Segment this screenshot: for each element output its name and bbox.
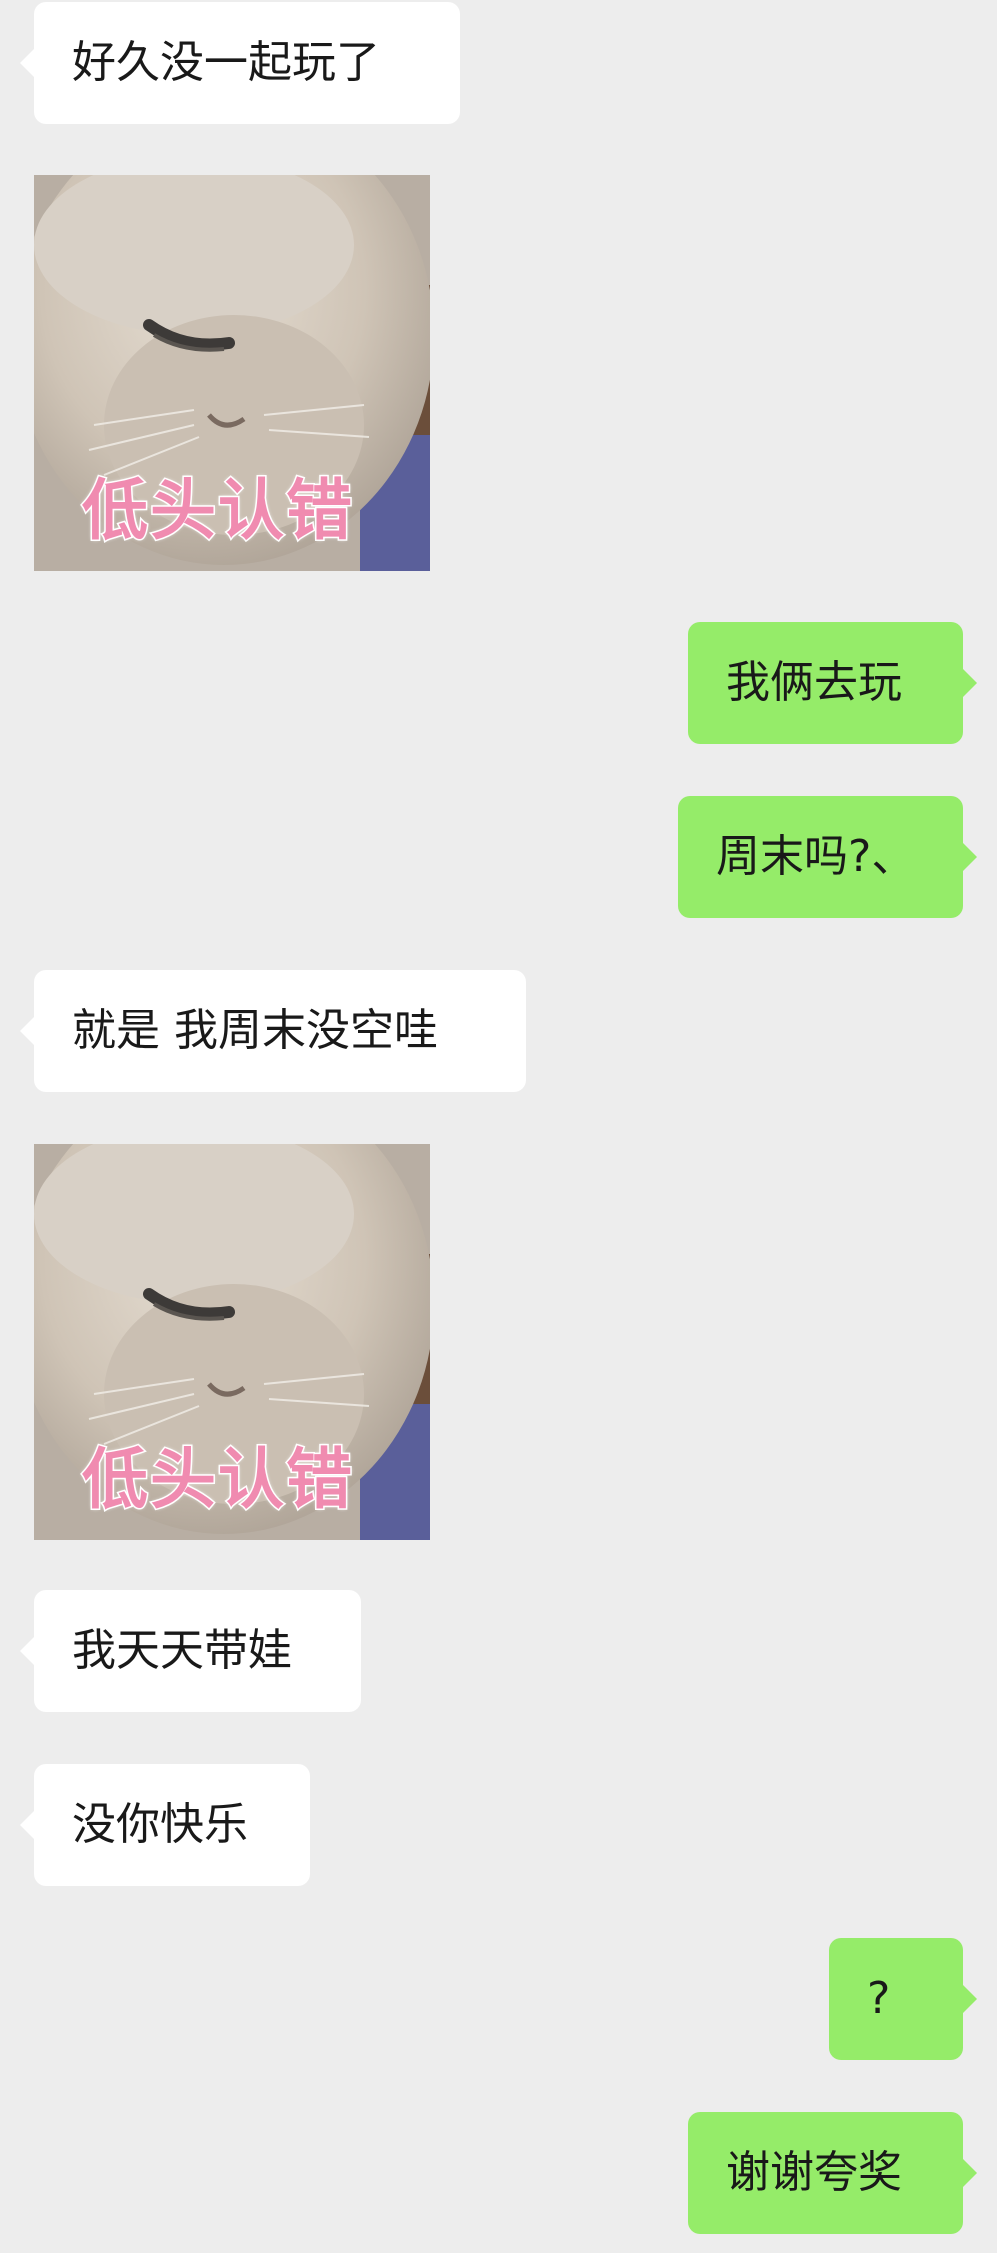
message-text: 我俩去玩: [726, 657, 902, 708]
message-outgoing[interactable]: 我俩去玩: [688, 622, 977, 744]
message-outgoing[interactable]: 谢谢夸奖: [688, 2112, 977, 2234]
message-text: 周末吗?、: [716, 831, 916, 882]
message-incoming[interactable]: 我天天带娃: [20, 1590, 361, 1712]
message-incoming[interactable]: 就是 我周末没空哇: [20, 970, 526, 1092]
message-incoming[interactable]: 没你快乐: [20, 1764, 310, 1886]
sticker-caption: 低头认错: [81, 1440, 354, 1520]
chat-thread: 好久没一起玩了 低头认错 我俩去玩 周末吗?、 就是 我周末没空哇 低头认错 我…: [0, 0, 997, 2253]
message-text: 谢谢夸奖: [726, 2147, 902, 2198]
sticker-message[interactable]: 低头认错: [34, 1144, 430, 1540]
message-text: 就是 我周末没空哇: [72, 1005, 438, 1056]
message-outgoing[interactable]: 周末吗?、: [678, 796, 977, 918]
message-outgoing[interactable]: ?: [829, 1938, 977, 2060]
sticker-caption: 低头认错: [81, 471, 354, 551]
message-incoming[interactable]: 好久没一起玩了: [20, 2, 460, 124]
message-text: 好久没一起玩了: [72, 37, 380, 88]
sticker-message[interactable]: 低头认错: [34, 175, 430, 571]
message-text: 没你快乐: [72, 1799, 248, 1850]
message-text: 我天天带娃: [72, 1625, 292, 1676]
message-text: ?: [867, 1973, 891, 2024]
